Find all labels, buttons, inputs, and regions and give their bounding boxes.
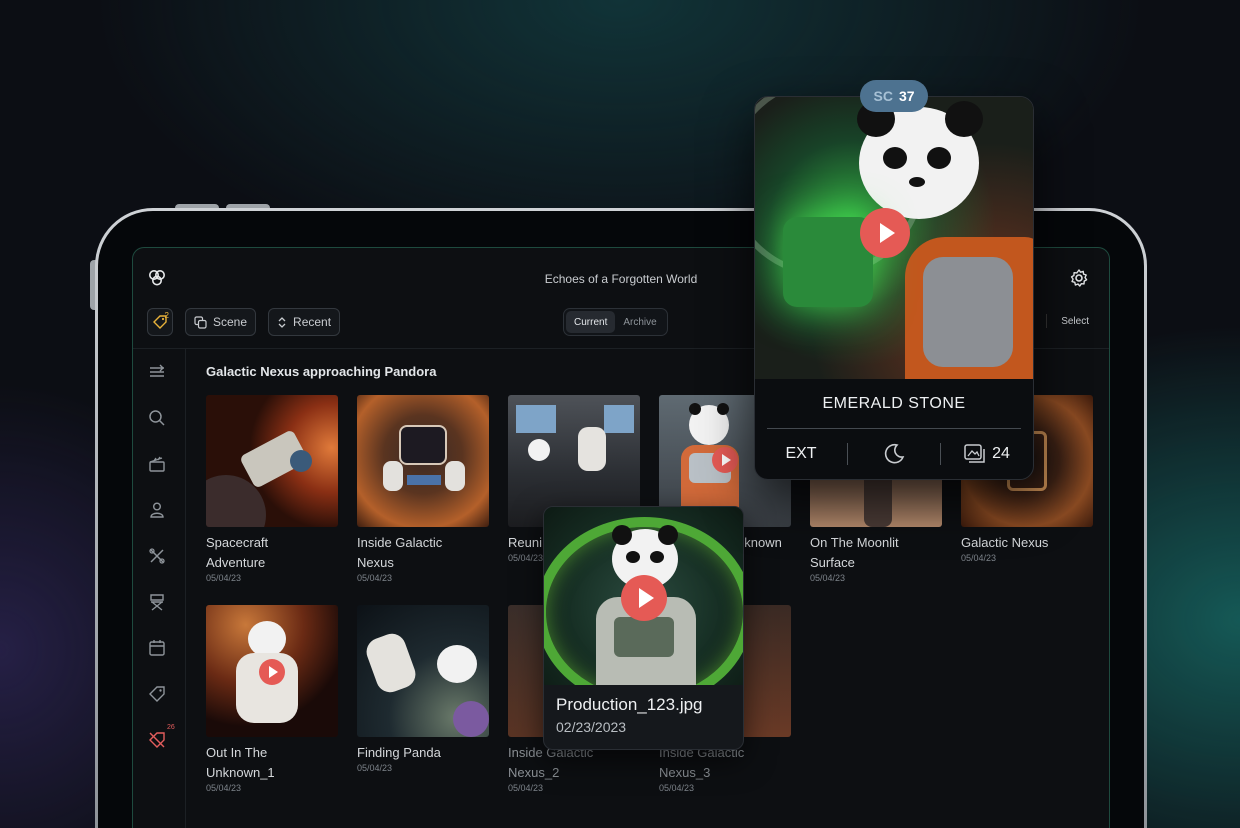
production-date: 02/23/2023: [556, 719, 627, 735]
copy-icon: [194, 315, 207, 329]
card-thumbnail: [357, 605, 489, 737]
select-button[interactable]: Select: [1061, 316, 1089, 327]
scene-number: 37: [898, 88, 915, 104]
production-filename: Production_123.jpg: [556, 695, 703, 714]
sidebar-item-tools[interactable]: [147, 546, 167, 566]
calendar-icon: [149, 640, 165, 656]
card-title: Galactic Nexus: [961, 535, 1049, 550]
tag-count-badge: 2: [164, 311, 169, 320]
media-card[interactable]: Inside Galactic Nexus 05/04/23: [357, 395, 489, 583]
section-title: Galactic Nexus approaching Pandora: [206, 364, 437, 379]
card-thumbnail: [206, 605, 338, 737]
person-icon: [150, 502, 164, 518]
tab-archive[interactable]: Archive: [615, 311, 664, 333]
sidebar-item-director[interactable]: [147, 592, 167, 612]
scene-meta-row: EXT 24: [755, 439, 1033, 469]
card-date: 05/04/23: [357, 763, 393, 773]
scene-detail-card[interactable]: EMERALD STONE EXT 24: [754, 96, 1034, 480]
sidebar-item-tags[interactable]: [147, 684, 167, 704]
card-thumbnail: [357, 395, 489, 527]
card-date: 05/04/23: [961, 553, 997, 563]
scene-title: EMERALD STONE: [822, 395, 966, 412]
play-button[interactable]: [712, 447, 738, 473]
scene-button-label: Scene: [213, 315, 248, 329]
director-chair-icon: [150, 594, 164, 611]
scene-label: SC: [873, 88, 893, 104]
image-count: 24: [992, 445, 1010, 462]
card-title: Out In The Unknown_1: [206, 745, 275, 780]
toolbar: 2 Scene Recent: [147, 308, 341, 336]
scene-image: [755, 97, 1033, 379]
card-title: On The Moonlit Surface: [810, 535, 899, 570]
scene-image-count: 24: [941, 444, 1033, 464]
card-thumbnail: [206, 395, 338, 527]
sidebar-item-people[interactable]: [147, 500, 167, 520]
play-button[interactable]: [621, 575, 667, 621]
scene-location: EXT: [785, 445, 817, 462]
card-date: 05/04/23: [659, 783, 695, 793]
card-date: 05/04/23: [206, 783, 242, 793]
card-title: Inside Galactic Nexus: [357, 535, 443, 570]
sidebar-item-calendar[interactable]: [147, 638, 167, 658]
search-icon: [149, 410, 165, 426]
clapperboard-icon: [149, 456, 165, 472]
tag-icon: [149, 686, 165, 702]
card-title: Spacecraft Adventure: [206, 535, 269, 570]
card-date: 05/04/23: [206, 573, 242, 583]
card-date: 05/04/23: [508, 783, 544, 793]
play-button[interactable]: [860, 208, 910, 258]
scene-time-of-day: [848, 442, 940, 466]
tag-filter-button[interactable]: 2: [147, 308, 173, 336]
media-card[interactable]: Finding Panda 05/04/23: [357, 605, 489, 773]
moon-icon: [884, 443, 905, 464]
divider: [767, 428, 1021, 429]
untag-icon: [149, 732, 165, 748]
production-preview-card[interactable]: Production_123.jpg 02/23/2023: [543, 506, 744, 750]
production-image: [544, 507, 743, 685]
recent-sort-button[interactable]: Recent: [268, 308, 341, 336]
sidebar-divider: [185, 348, 186, 828]
sidebar-item-untagged[interactable]: 26: [147, 724, 175, 750]
tools-icon: [149, 548, 165, 564]
sidebar-item-collapse[interactable]: [147, 362, 167, 382]
media-card[interactable]: Out In The Unknown_1 05/04/23: [206, 605, 338, 793]
recent-button-label: Recent: [293, 315, 332, 329]
divider: [1046, 314, 1047, 328]
sidebar-item-search[interactable]: [147, 408, 167, 428]
card-date: 05/04/23: [357, 573, 393, 583]
card-title: Finding Panda: [357, 745, 441, 760]
scene-number-pill: SC 37: [860, 80, 928, 112]
view-segmented-control: Current Archive: [563, 308, 668, 336]
media-card[interactable]: Spacecraft Adventure 05/04/23: [206, 395, 338, 583]
scene-button[interactable]: Scene: [185, 308, 257, 336]
collapse-icon: [150, 364, 164, 377]
sort-chevrons-icon: [278, 316, 286, 328]
sidebar-item-scenes[interactable]: [147, 454, 167, 474]
play-button[interactable]: [259, 659, 285, 685]
tab-current[interactable]: Current: [566, 311, 616, 333]
card-date: 05/04/23: [810, 573, 846, 583]
gallery-icon: [964, 444, 985, 463]
gear-icon[interactable]: [1069, 268, 1089, 288]
untagged-count-badge: 26: [167, 724, 175, 731]
